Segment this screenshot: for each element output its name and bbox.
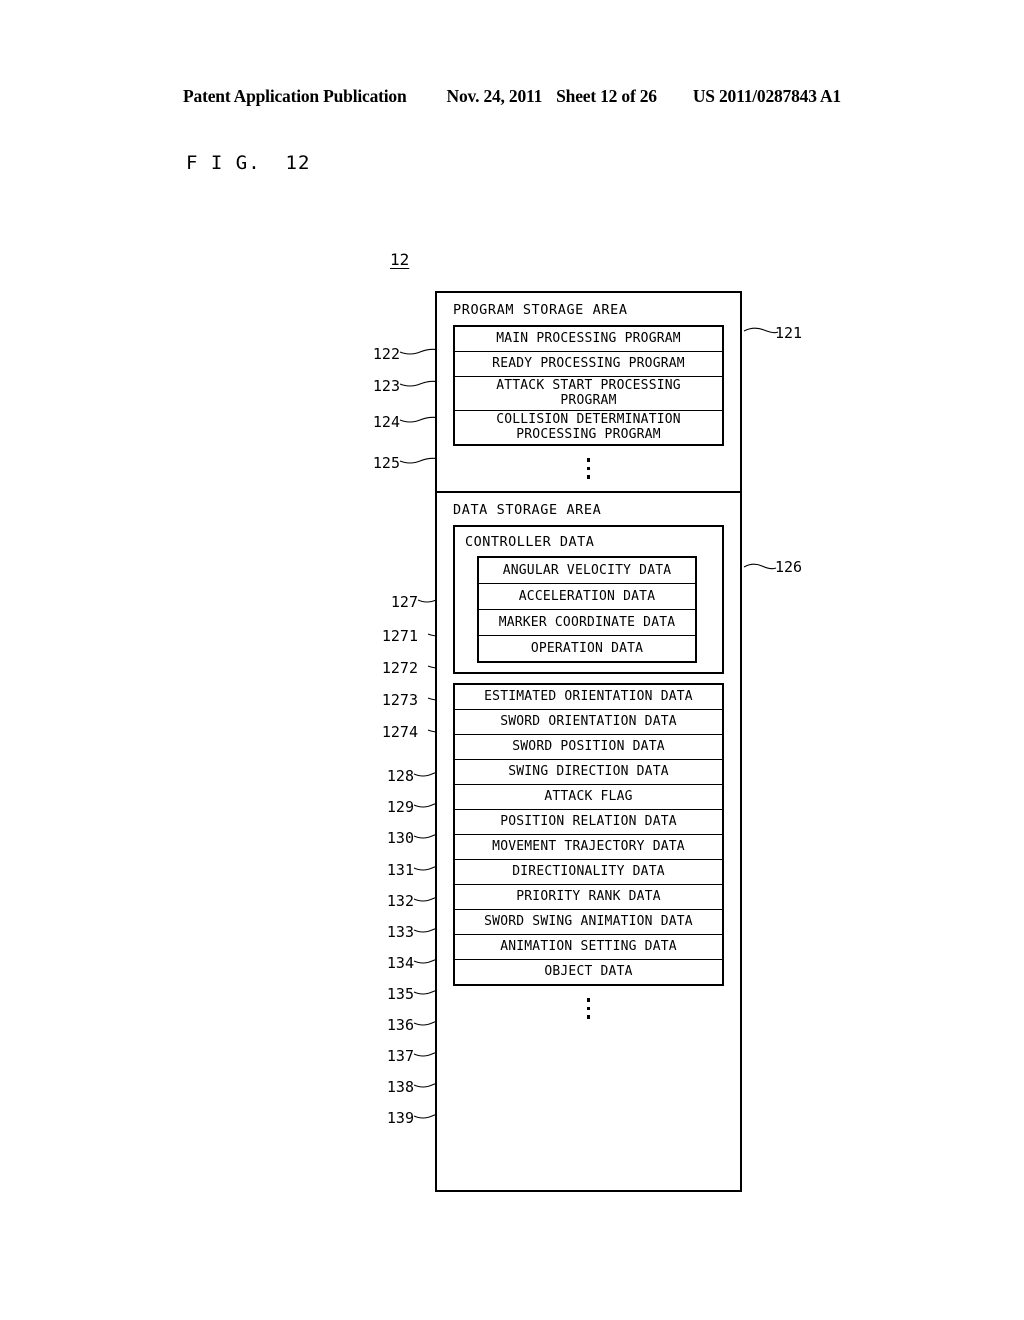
ref-numeral-1272: 1272 bbox=[381, 659, 418, 677]
controller-data-group: CONTROLLER DATA ANGULAR VELOCITY DATA AC… bbox=[453, 524, 724, 674]
ref-numeral-12: 12 bbox=[390, 250, 410, 269]
publication-title: Patent Application Publication bbox=[183, 86, 407, 106]
ref-numeral-122: 122 bbox=[372, 345, 400, 363]
data-item-movement-trajectory: MOVEMENT TRAJECTORY DATA bbox=[455, 835, 722, 860]
ref-numeral-126: 126 bbox=[775, 558, 803, 576]
controller-item-operation: OPERATION DATA bbox=[530, 640, 644, 656]
program-item-ready: READY PROCESSING PROGRAM bbox=[455, 352, 722, 378]
data-item-sword-orientation: SWORD ORIENTATION DATA bbox=[455, 710, 722, 735]
program-item-collision-determination: COLLISION DETERMINATION PROCESSING PROGR… bbox=[455, 411, 722, 444]
program-storage-area-title: PROGRAM STORAGE AREA bbox=[453, 302, 628, 318]
program-list: MAIN PROCESSING PROGRAM READY PROCESSING… bbox=[453, 325, 724, 447]
ref-numeral-127: 127 bbox=[390, 593, 418, 611]
ref-numeral-124: 124 bbox=[372, 413, 400, 431]
program-storage-area: PROGRAM STORAGE AREA MAIN PROCESSING PRO… bbox=[437, 293, 740, 491]
controller-item-angular-velocity: ANGULAR VELOCITY DATA bbox=[479, 558, 695, 584]
data-item-directionality: DIRECTIONALITY DATA bbox=[455, 860, 722, 885]
data-item-priority-rank: PRIORITY RANK DATA bbox=[455, 885, 722, 911]
data-item-sword-swing-animation: SWORD SWING ANIMATION DATA bbox=[455, 910, 722, 936]
data-area-ellipsis bbox=[437, 986, 740, 1031]
ref-numeral-133: 133 bbox=[386, 923, 414, 941]
data-storage-area: DATA STORAGE AREA CONTROLLER DATA ANGULA… bbox=[437, 493, 740, 1031]
ref-numeral-1273: 1273 bbox=[381, 691, 418, 709]
memory-map-outer-box: PROGRAM STORAGE AREA MAIN PROCESSING PRO… bbox=[435, 291, 742, 1192]
ref-numeral-128: 128 bbox=[386, 767, 414, 785]
data-storage-area-title: DATA STORAGE AREA bbox=[453, 501, 602, 518]
data-item-estimated-orientation: ESTIMATED ORIENTATION DATA bbox=[455, 685, 722, 710]
ref-numeral-138: 138 bbox=[386, 1078, 414, 1096]
ref-numeral-136: 136 bbox=[386, 1016, 414, 1034]
ref-numeral-129: 129 bbox=[386, 798, 414, 816]
ref-numeral-1274: 1274 bbox=[381, 723, 418, 741]
data-item-position-relation: POSITION RELATION DATA bbox=[455, 810, 722, 835]
sheet-number: Sheet 12 of 26 bbox=[556, 86, 657, 106]
data-item-swing-direction: SWING DIRECTION DATA bbox=[455, 760, 722, 785]
program-item-collision-line2: PROCESSING PROGRAM bbox=[516, 426, 661, 442]
figure-caption: F I G. 12 bbox=[186, 152, 311, 174]
data-item-object: OBJECT DATA bbox=[544, 964, 633, 980]
ref-numeral-139: 139 bbox=[386, 1109, 414, 1127]
program-item-attack-start-line2: PROGRAM bbox=[560, 392, 617, 408]
data-list: ESTIMATED ORIENTATION DATA SWORD ORIENTA… bbox=[453, 682, 724, 987]
patent-number: US 2011/0287843 A1 bbox=[692, 86, 841, 106]
controller-data-title: CONTROLLER DATA bbox=[465, 533, 595, 550]
controller-item-marker-coordinate: MARKER COORDINATE DATA bbox=[479, 610, 695, 636]
data-item-attack-flag: ATTACK FLAG bbox=[455, 785, 722, 810]
ref-numeral-132: 132 bbox=[386, 892, 414, 910]
program-item-attack-start: ATTACK START PROCESSING PROGRAM bbox=[455, 377, 722, 412]
ref-numeral-1271: 1271 bbox=[381, 627, 418, 645]
program-item-main: MAIN PROCESSING PROGRAM bbox=[455, 327, 722, 353]
ref-numeral-131: 131 bbox=[386, 861, 414, 879]
page-header: Patent Application Publication Nov. 24, … bbox=[0, 86, 1024, 107]
ref-numeral-137: 137 bbox=[386, 1047, 414, 1065]
controller-item-acceleration: ACCELERATION DATA bbox=[479, 584, 695, 610]
data-item-animation-setting: ANIMATION SETTING DATA bbox=[455, 935, 722, 961]
ref-numeral-123: 123 bbox=[372, 377, 400, 395]
ref-numeral-135: 135 bbox=[386, 985, 414, 1003]
ref-numeral-130: 130 bbox=[386, 829, 414, 847]
program-item-collision-line1: COLLISION DETERMINATION bbox=[496, 412, 681, 428]
program-area-ellipsis bbox=[437, 446, 740, 491]
controller-data-list: ANGULAR VELOCITY DATA ACCELERATION DATA … bbox=[477, 555, 697, 663]
ref-numeral-121: 121 bbox=[775, 324, 803, 342]
program-item-attack-start-line1: ATTACK START PROCESSING bbox=[496, 378, 681, 394]
ref-numeral-125: 125 bbox=[372, 454, 400, 472]
publication-date: Nov. 24, 2011 bbox=[446, 86, 543, 106]
data-item-sword-position: SWORD POSITION DATA bbox=[455, 735, 722, 760]
ref-numeral-134: 134 bbox=[386, 954, 414, 972]
